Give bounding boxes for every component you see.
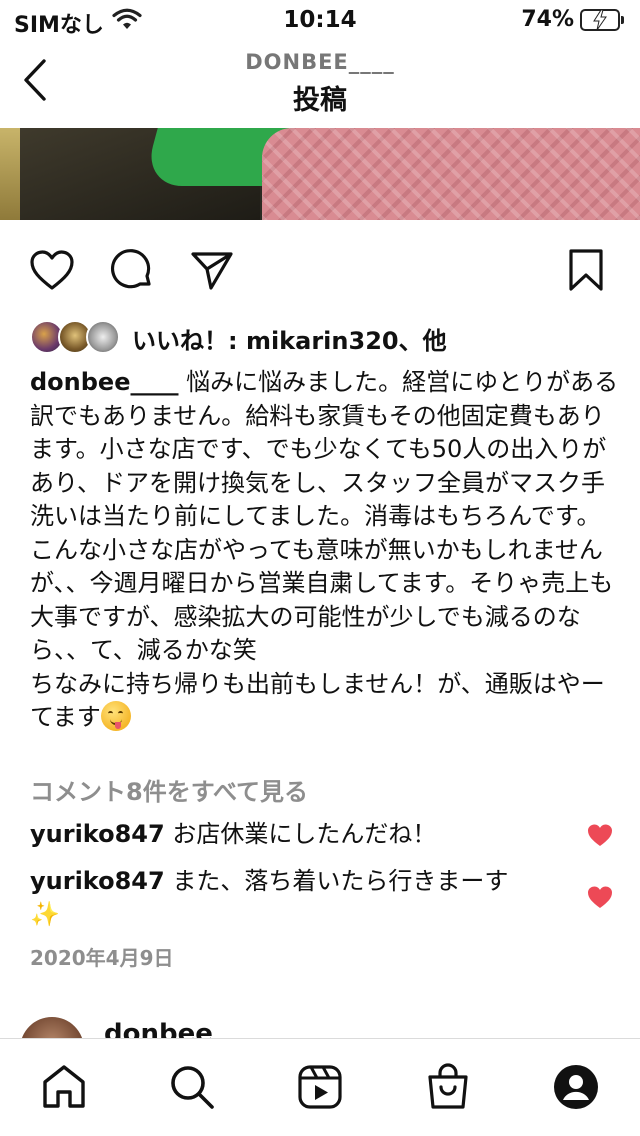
comment-username[interactable]: yuriko847 <box>30 820 165 848</box>
likes-text[interactable]: いいね！: mikarin320、他 <box>132 321 447 356</box>
reels-icon <box>298 1065 342 1109</box>
status-bar: SIMなし 10:14 74% <box>0 0 640 40</box>
comment-text: お店休業にしたんだね！ <box>172 820 437 848</box>
sparkles-emoji-icon: ✨ <box>30 900 60 928</box>
save-button[interactable] <box>562 246 610 294</box>
tab-search[interactable] <box>166 1061 218 1113</box>
heart-icon <box>30 250 74 290</box>
bookmark-icon <box>569 249 603 291</box>
action-row <box>0 240 640 296</box>
comment-item: yuriko847 また、落ち着いたら行きまーす ✨ <box>30 865 570 931</box>
comment-item: yuriko847 お店休業にしたんだね！ <box>30 818 570 851</box>
comment-like-heart-icon[interactable] <box>586 822 614 848</box>
battery-percent: 74% <box>521 7 574 32</box>
post-date: 2020年4月9日 <box>30 946 174 970</box>
bottom-tab-bar <box>0 1038 640 1136</box>
likes-row[interactable]: いいね！: mikarin320、他 <box>30 318 447 358</box>
view-all-comments-link[interactable]: コメント8件をすべて見る <box>30 772 308 807</box>
battery-icon <box>580 9 624 31</box>
post-caption: donbee____ 悩みに悩みました。経営にゆとりがある訳でもありません。給料… <box>30 366 620 735</box>
liker-avatars <box>30 320 120 356</box>
caption-text: 悩みに悩みました。経営にゆとりがある訳でもありません。給料も家賃もその他固定費も… <box>30 368 619 664</box>
tab-shop[interactable] <box>422 1061 474 1113</box>
caption-username[interactable]: donbee____ <box>30 368 179 396</box>
tab-profile[interactable] <box>550 1061 602 1113</box>
header-username: DONBEE____ <box>245 50 395 74</box>
profile-icon <box>554 1065 598 1109</box>
home-icon <box>43 1065 85 1108</box>
post-image[interactable] <box>0 128 640 220</box>
comment-button[interactable] <box>108 246 156 294</box>
comment-username[interactable]: yuriko847 <box>30 867 165 895</box>
search-icon <box>171 1066 214 1109</box>
yum-emoji-icon <box>100 701 131 731</box>
share-icon <box>191 252 233 290</box>
share-button[interactable] <box>188 246 236 294</box>
tab-home[interactable] <box>38 1061 90 1113</box>
avatar <box>86 320 120 354</box>
comment-text: また、落ち着いたら行きまーす <box>172 867 509 895</box>
page-title: 投稿 <box>293 85 347 116</box>
like-button[interactable] <box>28 246 76 294</box>
comment-icon <box>110 249 151 289</box>
tab-reels[interactable] <box>294 1061 346 1113</box>
shop-icon <box>428 1063 468 1109</box>
post-header: DONBEE____ 投稿 <box>0 40 640 128</box>
comment-like-heart-icon[interactable] <box>586 884 614 910</box>
